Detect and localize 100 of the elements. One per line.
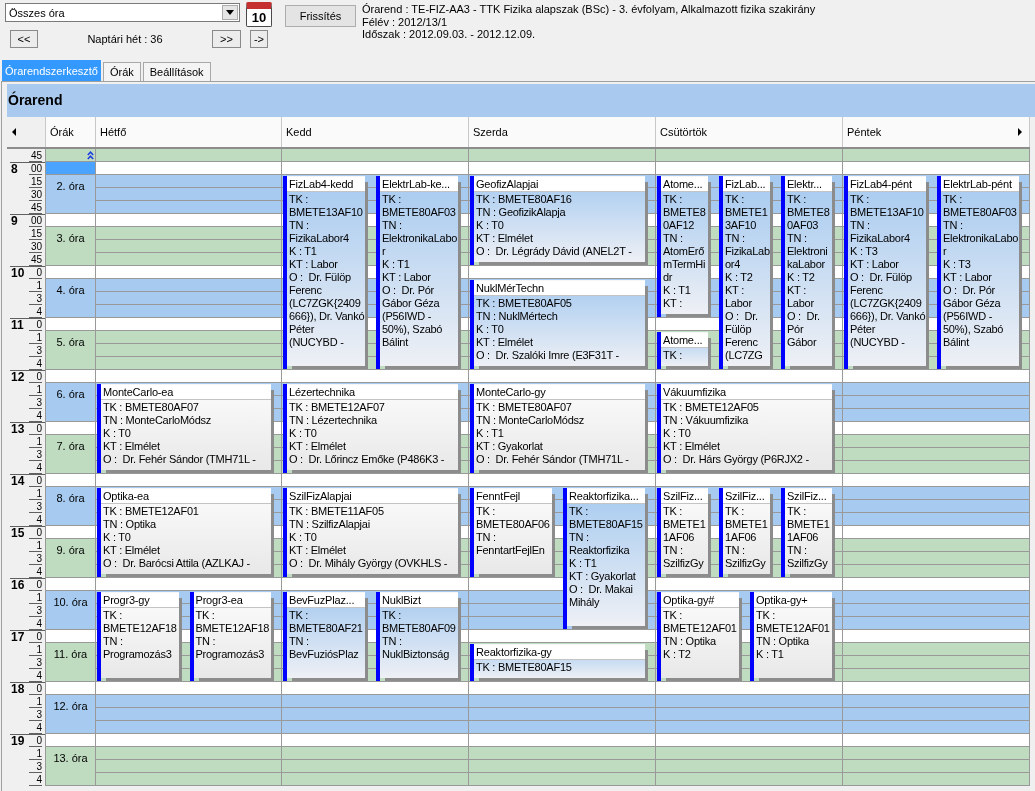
event-title: FizLab4-kedd <box>287 177 365 192</box>
event-detail: TN : FizikaLabor4 <box>289 219 350 245</box>
minute-label: 0 <box>29 683 42 695</box>
event-detail: TK : BMETE12AF07 <box>289 401 386 414</box>
caret-icon[interactable] <box>222 5 238 20</box>
break-cell[interactable] <box>46 734 96 747</box>
scroll-right-icon[interactable] <box>1018 128 1022 136</box>
period-cell[interactable]: 10. óra <box>46 591 96 630</box>
tab[interactable]: Órák <box>102 62 141 81</box>
hour-label: 19 <box>11 735 25 747</box>
event-detail: O : Dr. Mihály György (OVKHLS - <box>289 557 449 570</box>
event-detail: TK : BMETE80AF09 <box>382 609 457 635</box>
event-detail: K : T0 <box>663 427 692 440</box>
event-detail: TN : ElektronikaLabor <box>787 232 829 271</box>
event-detail: TN : Optika <box>103 518 157 531</box>
filter-dropdown[interactable]: Összes óra <box>5 3 240 22</box>
minute-label: 1 <box>29 644 42 656</box>
refresh-button[interactable]: Frissítés <box>285 5 356 27</box>
forward-button[interactable]: -> <box>250 30 268 48</box>
period-cell[interactable]: 11. óra <box>46 643 96 682</box>
event-title: Optika-gy+ <box>754 593 832 608</box>
event-detail: O : Dr. Légrády Dávid (ANEL2T - <box>476 245 633 258</box>
break-cell[interactable] <box>46 630 96 643</box>
event-detail: TK : BMETE80AF03 <box>382 193 457 219</box>
event-detail: TK : BMETE80AF07 <box>103 401 200 414</box>
double-chevron-up-icon[interactable] <box>87 150 94 160</box>
calendar-button[interactable]: 10 <box>246 2 272 27</box>
column-header: Péntek <box>846 125 883 140</box>
hour-label: 10 <box>11 267 25 279</box>
period-cell[interactable]: 9. óra <box>46 539 96 578</box>
hour-label: 18 <box>11 683 25 695</box>
hour-label: 17 <box>11 631 25 643</box>
event-detail: TN : MonteCarloMódsz <box>103 414 213 427</box>
event-detail: KT : Elmélet <box>476 336 534 349</box>
period-cell[interactable]: 2. óra <box>46 175 96 214</box>
hour-label: 8 <box>11 163 18 175</box>
minute-label: 3 <box>29 397 42 409</box>
scroll-left-icon[interactable] <box>12 128 16 136</box>
break-cell[interactable] <box>46 526 96 539</box>
period-cell[interactable]: 4. óra <box>46 279 96 318</box>
minute-label: 1 <box>29 696 42 708</box>
break-cell[interactable] <box>46 578 96 591</box>
break-cell[interactable] <box>46 682 96 695</box>
column-header: Órák <box>46 117 96 147</box>
event-detail: K : T0 <box>476 323 505 336</box>
tab[interactable]: Beállítások <box>142 62 211 81</box>
event-detail: O : Dr. Barócsi Attila (AZLKAJ - <box>103 557 251 570</box>
column-header: Szerda <box>469 117 656 147</box>
period-cell[interactable]: 3. óra <box>46 227 96 266</box>
panel-title: Órarend <box>7 84 1035 117</box>
event-detail: KT : Gyakorlat <box>569 570 637 583</box>
event-detail: TK : BMETE80AF16 <box>476 193 573 206</box>
minute-label: 4 <box>29 462 42 474</box>
event-detail: TN : NuklBiztonság <box>382 635 451 661</box>
break-cell[interactable] <box>46 474 96 487</box>
period-cell[interactable]: 13. óra <box>46 747 96 786</box>
next-button[interactable]: >> <box>212 30 241 48</box>
minute-label: 3 <box>29 293 42 305</box>
event-detail: KT : Labor <box>943 271 993 284</box>
event-detail: K : T0 <box>289 531 318 544</box>
minute-label: 0 <box>29 423 42 435</box>
event-detail: TN : Programozás3 <box>103 635 173 661</box>
info-line: Órarend : TE-FIZ-AA3 - TTK Fizika alapszak (BSc) - 3. évfolyam, Alkalmazott fizika szakirány <box>362 3 816 16</box>
event-detail: O : Dr. Hárs György (P6RJX2 - <box>663 453 810 466</box>
event-detail: K : T2 <box>787 271 816 284</box>
minute-label: 1 <box>29 436 42 448</box>
period-cell[interactable]: 5. óra <box>46 331 96 370</box>
minute-label: 3 <box>29 449 42 461</box>
break-cell[interactable] <box>46 162 96 175</box>
event-detail: K : T0 <box>103 531 132 544</box>
event-detail: KT : Elmélet <box>663 440 721 453</box>
event-title: ElektrLab-ke... <box>380 177 458 192</box>
break-cell[interactable] <box>46 370 96 383</box>
break-cell[interactable] <box>46 422 96 435</box>
event-detail: K : T2 <box>663 648 692 661</box>
event-title: SzilFiz... <box>723 489 770 504</box>
period-cell[interactable]: 8. óra <box>46 487 96 526</box>
event-detail: KT : Labor <box>725 284 753 310</box>
period-cell[interactable]: 12. óra <box>46 695 96 734</box>
event-detail: O : Dr. Fülöp Ferenc (LC7ZGK{2409666}), Dr. Vankó Péter (NUCYBD - <box>289 271 365 349</box>
break-cell[interactable] <box>46 266 96 279</box>
break-cell[interactable] <box>46 318 96 331</box>
period-cell[interactable] <box>46 149 96 162</box>
event-detail: K : T0 <box>476 219 505 232</box>
event-detail: TK : <box>663 349 684 362</box>
break-cell[interactable] <box>46 214 96 227</box>
week-label: Naptári hét : 36 <box>86 33 164 45</box>
event-detail: K : T3 <box>943 258 972 271</box>
hour-label: 13 <box>11 423 25 435</box>
previous-button[interactable]: << <box>10 30 38 48</box>
info-line: Időszak : 2012.09.03. - 2012.12.09. <box>362 28 537 41</box>
period-cell[interactable]: 6. óra <box>46 383 96 422</box>
period-cell[interactable]: 7. óra <box>46 435 96 474</box>
hour-label: 11 <box>11 319 24 331</box>
event-detail: TN : FenntartFejlEn <box>476 531 546 557</box>
event-title: Vákuumfizika <box>661 385 832 400</box>
event-detail: O : Dr. Pór Gábor <box>787 310 821 349</box>
minute-label: 0 <box>29 475 42 487</box>
minute-label: 4 <box>29 566 42 578</box>
event-detail: O : Dr. Fehér Sándor (TMH71L - <box>476 453 630 466</box>
